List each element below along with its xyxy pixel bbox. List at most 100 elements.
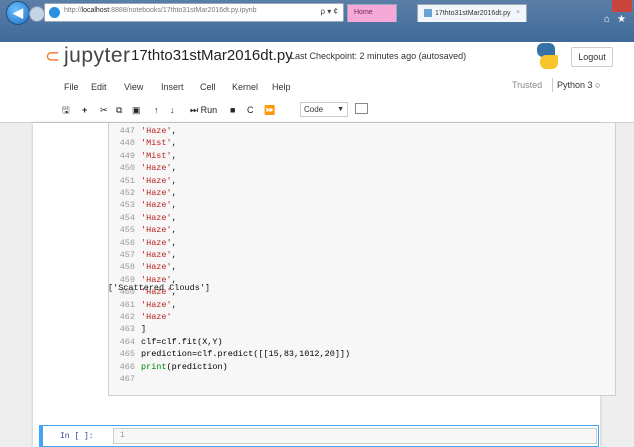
code-line: 457 'Haze', bbox=[109, 250, 177, 260]
back-arrow-icon[interactable]: ◀ bbox=[6, 1, 30, 25]
code-line: 466 print(prediction) bbox=[109, 362, 228, 372]
code-line: 464 clf=clf.fit(X,Y) bbox=[109, 337, 223, 347]
code-cell-editor[interactable]: 447 'Haze', 448 'Mist', 449 'Mist', 450 'Haze',… bbox=[108, 123, 616, 396]
line-number: 455 bbox=[119, 225, 135, 236]
search-refresh-icon[interactable]: ρ ▾ ¢ bbox=[321, 7, 338, 16]
page-icon bbox=[424, 9, 432, 17]
kernel-indicator[interactable]: Python 3 ○ bbox=[552, 78, 604, 92]
python-logo-icon bbox=[535, 42, 559, 70]
menu-insert[interactable]: Insert bbox=[161, 82, 184, 92]
line-number: 1 bbox=[120, 431, 125, 440]
toolbar: 🖫 + ✂ ⧉ ▣ ↑ ↓ ⏭ Run ■ C ⏩ Code ▼ bbox=[0, 98, 634, 123]
code-text: 'Haze', bbox=[141, 175, 177, 186]
code-text: 'Haze' bbox=[141, 312, 172, 322]
code-text: print(prediction) bbox=[141, 361, 228, 372]
line-number: 450 bbox=[119, 163, 135, 174]
cell-output: ['Scattered Clouds'] bbox=[108, 283, 211, 293]
menu-file[interactable]: File bbox=[64, 82, 79, 92]
menu-edit[interactable]: Edit bbox=[91, 82, 107, 92]
line-number: 448 bbox=[119, 138, 135, 149]
line-number: 465 bbox=[119, 349, 135, 360]
cell-type-select[interactable]: Code ▼ bbox=[300, 102, 348, 117]
tab-notebook[interactable]: 17thto31stMar2016dt.py × bbox=[417, 4, 527, 22]
chevron-down-icon: ▼ bbox=[337, 106, 344, 113]
tab-home[interactable]: Home bbox=[347, 4, 397, 22]
line-number: 447 bbox=[119, 126, 135, 136]
menubar: File Edit View Insert Cell Kernel Help T… bbox=[0, 74, 634, 98]
code-text: 'Haze', bbox=[141, 262, 177, 273]
line-number: 454 bbox=[119, 212, 135, 223]
menu-kernel[interactable]: Kernel bbox=[232, 82, 258, 92]
line-number: 449 bbox=[119, 150, 135, 161]
restart-icon[interactable]: C bbox=[247, 103, 254, 117]
forward-button[interactable] bbox=[29, 6, 45, 22]
code-text: 'Haze', bbox=[141, 299, 177, 310]
code-line: 449 'Mist', bbox=[109, 151, 177, 161]
menu-cell[interactable]: Cell bbox=[200, 82, 216, 92]
close-tab-icon[interactable]: × bbox=[516, 9, 520, 16]
stop-icon[interactable]: ■ bbox=[230, 103, 235, 117]
jupyter-logo-icon[interactable]: ⊂ bbox=[45, 46, 60, 67]
move-up-icon[interactable]: ↑ bbox=[154, 103, 159, 117]
run-icon: ⏭ bbox=[190, 105, 199, 115]
code-text: 'Haze', bbox=[141, 163, 177, 174]
move-down-icon[interactable]: ↓ bbox=[170, 103, 175, 117]
jupyter-header: ⊂ jupyter 17thto31stMar2016dt.py Last Ch… bbox=[0, 42, 634, 74]
save-icon[interactable]: 🖫 bbox=[62, 103, 70, 117]
line-number: 458 bbox=[119, 262, 135, 273]
paste-icon[interactable]: ▣ bbox=[132, 103, 141, 117]
line-number: 466 bbox=[119, 361, 135, 372]
input-cell[interactable]: In [ ]: 1 bbox=[39, 425, 599, 447]
code-line: 455 'Haze', bbox=[109, 225, 177, 235]
code-text: 'Haze', bbox=[141, 250, 177, 260]
fast-forward-icon[interactable]: ⏩ bbox=[264, 103, 275, 117]
home-icon[interactable]: ⌂ bbox=[604, 14, 610, 25]
code-line: 465 prediction=clf.predict([[15,83,1012,2… bbox=[109, 349, 350, 359]
logout-button[interactable]: Logout bbox=[571, 47, 613, 67]
cut-icon[interactable]: ✂ bbox=[100, 103, 108, 117]
code-text: 'Haze', bbox=[141, 225, 177, 236]
code-line: 467 bbox=[109, 374, 141, 384]
address-text: http://localhost:8888/notebooks/17thto31… bbox=[64, 7, 257, 14]
code-text: 'Haze', bbox=[141, 126, 177, 136]
jupyter-logo-text[interactable]: jupyter bbox=[64, 44, 131, 68]
menu-view[interactable]: View bbox=[124, 82, 143, 92]
code-text: 'Haze', bbox=[141, 212, 177, 223]
line-number: 462 bbox=[119, 312, 135, 322]
code-line: 451 'Haze', bbox=[109, 176, 177, 186]
code-text: 'Haze', bbox=[141, 188, 177, 198]
code-text: ] bbox=[141, 324, 147, 335]
line-number: 461 bbox=[119, 299, 135, 310]
line-number: 467 bbox=[119, 374, 135, 384]
code-line: 463] bbox=[109, 324, 146, 334]
copy-icon[interactable]: ⧉ bbox=[116, 103, 122, 117]
keyboard-icon[interactable] bbox=[355, 103, 368, 114]
code-line: 452 'Haze', bbox=[109, 188, 177, 198]
code-line: 461 'Haze', bbox=[109, 300, 177, 310]
checkpoint-status: Last Checkpoint: 2 minutes ago (autosave… bbox=[290, 51, 467, 61]
code-line: 447 'Haze', bbox=[109, 126, 177, 136]
address-bar[interactable]: http://localhost:8888/notebooks/17thto31… bbox=[44, 3, 344, 22]
notebook-title[interactable]: 17thto31stMar2016dt.py bbox=[131, 47, 293, 64]
trusted-indicator[interactable]: Trusted bbox=[508, 78, 546, 92]
code-line: 448 'Mist', bbox=[109, 138, 177, 148]
code-line: 456 'Haze', bbox=[109, 238, 177, 248]
code-text: 'Mist', bbox=[141, 150, 177, 161]
window-close-button[interactable] bbox=[612, 0, 632, 12]
code-line: 454 'Haze', bbox=[109, 213, 177, 223]
line-number: 464 bbox=[119, 336, 135, 347]
menu-help[interactable]: Help bbox=[272, 82, 291, 92]
code-text: 'Haze', bbox=[141, 237, 177, 248]
favorites-star-icon[interactable]: ★ bbox=[617, 14, 626, 25]
kernel-idle-icon: ○ bbox=[595, 80, 601, 90]
input-prompt: In [ ]: bbox=[60, 432, 94, 441]
line-number: 457 bbox=[119, 250, 135, 260]
code-text: clf=clf.fit(X,Y) bbox=[141, 336, 223, 347]
code-text: prediction=clf.predict([[15,83,1012,20]]… bbox=[141, 349, 351, 360]
code-line: 458 'Haze', bbox=[109, 262, 177, 272]
line-number: 452 bbox=[119, 188, 135, 198]
add-cell-icon[interactable]: + bbox=[82, 103, 87, 117]
line-number: 451 bbox=[119, 175, 135, 186]
input-editor[interactable]: 1 bbox=[113, 428, 597, 444]
run-button[interactable]: ⏭ Run bbox=[190, 103, 217, 117]
